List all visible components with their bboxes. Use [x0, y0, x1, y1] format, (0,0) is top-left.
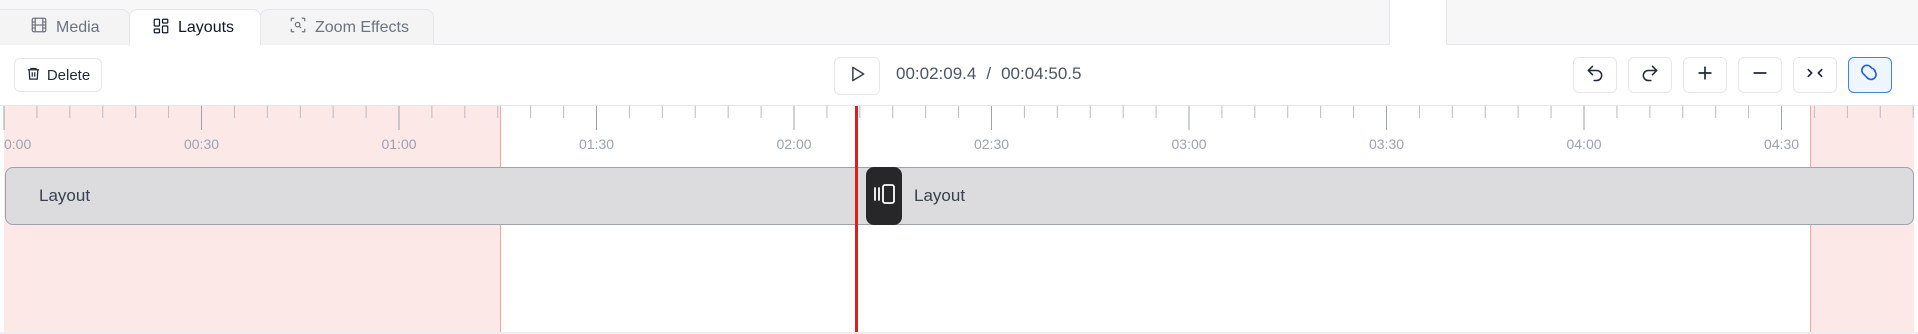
delete-button[interactable]: Delete [14, 58, 102, 92]
clip-label: Layout [914, 186, 966, 205]
ruler-label: 03:30 [1368, 136, 1405, 152]
layout-clip[interactable]: Layout [866, 167, 1914, 225]
layout-clip[interactable]: Layout [5, 167, 871, 225]
zoom-in-button[interactable] [1683, 57, 1727, 93]
ruler-label: 01:30 [578, 136, 615, 152]
tab-zoom-effects-label: Zoom Effects [315, 18, 409, 36]
plus-icon [1695, 63, 1715, 88]
playhead[interactable] [855, 106, 858, 332]
undo-icon [1585, 63, 1605, 88]
snap-magnet-button[interactable] [1848, 57, 1892, 93]
ruler-label: 04:00 [1566, 136, 1602, 152]
total-time: 00:04:50.5 [1001, 64, 1082, 83]
magnet-icon [1860, 63, 1880, 88]
ruler-ticks [3, 106, 1914, 130]
undo-button[interactable] [1573, 57, 1617, 93]
ruler-label: 03:00 [1171, 136, 1207, 152]
timeline[interactable]: 0:00 00:30 01:00 01:30 02:00 02:30 03:00 03:30 0… [0, 106, 1918, 334]
film-icon [30, 16, 48, 39]
play-button[interactable] [834, 57, 880, 95]
redo-icon [1640, 63, 1660, 88]
collapse-icon [1805, 63, 1825, 88]
minus-icon [1750, 63, 1770, 88]
ruler-label: 0:00 [4, 136, 32, 152]
tabs: Media Layouts Zoom Effects [0, 9, 434, 46]
trash-icon [26, 66, 41, 85]
delete-label: Delete [46, 66, 91, 84]
zoom-focus-icon [289, 16, 307, 39]
play-icon [847, 64, 867, 89]
layout-switch-icon [871, 181, 897, 212]
current-time: 00:02:09.4 [896, 64, 977, 83]
fit-timeline-button[interactable] [1793, 57, 1837, 93]
time-ruler[interactable]: 0:00 00:30 01:00 01:30 02:00 02:30 03:00 03:30 0… [0, 106, 1918, 166]
ruler-label: 02:00 [776, 136, 812, 152]
timeline-toolbar: Delete 00:02:09.4 / 00:04:50.5 [0, 45, 1918, 106]
clip-layout-handle[interactable] [866, 167, 902, 225]
time-separator: / [986, 64, 992, 83]
ruler-label: 04:30 [1763, 136, 1800, 152]
ruler-label: 01:00 [381, 136, 417, 152]
zoom-out-button[interactable] [1738, 57, 1782, 93]
tab-media[interactable]: Media [0, 9, 130, 45]
panel-divider [1389, 0, 1447, 45]
ruler-label: 02:30 [973, 136, 1010, 152]
tab-media-label: Media [56, 18, 100, 36]
redo-button[interactable] [1628, 57, 1672, 93]
ruler-label: 00:30 [183, 136, 220, 152]
tab-zoom-effects[interactable]: Zoom Effects [260, 9, 434, 45]
time-display: 00:02:09.4 / 00:04:50.5 [896, 64, 1081, 84]
clip-label: Layout [39, 186, 91, 205]
tab-layouts[interactable]: Layouts [129, 9, 261, 46]
tab-bar: Media Layouts Zoom Effects [0, 0, 1918, 46]
tab-layouts-label: Layouts [178, 19, 235, 36]
layout-grid-icon [152, 17, 170, 40]
